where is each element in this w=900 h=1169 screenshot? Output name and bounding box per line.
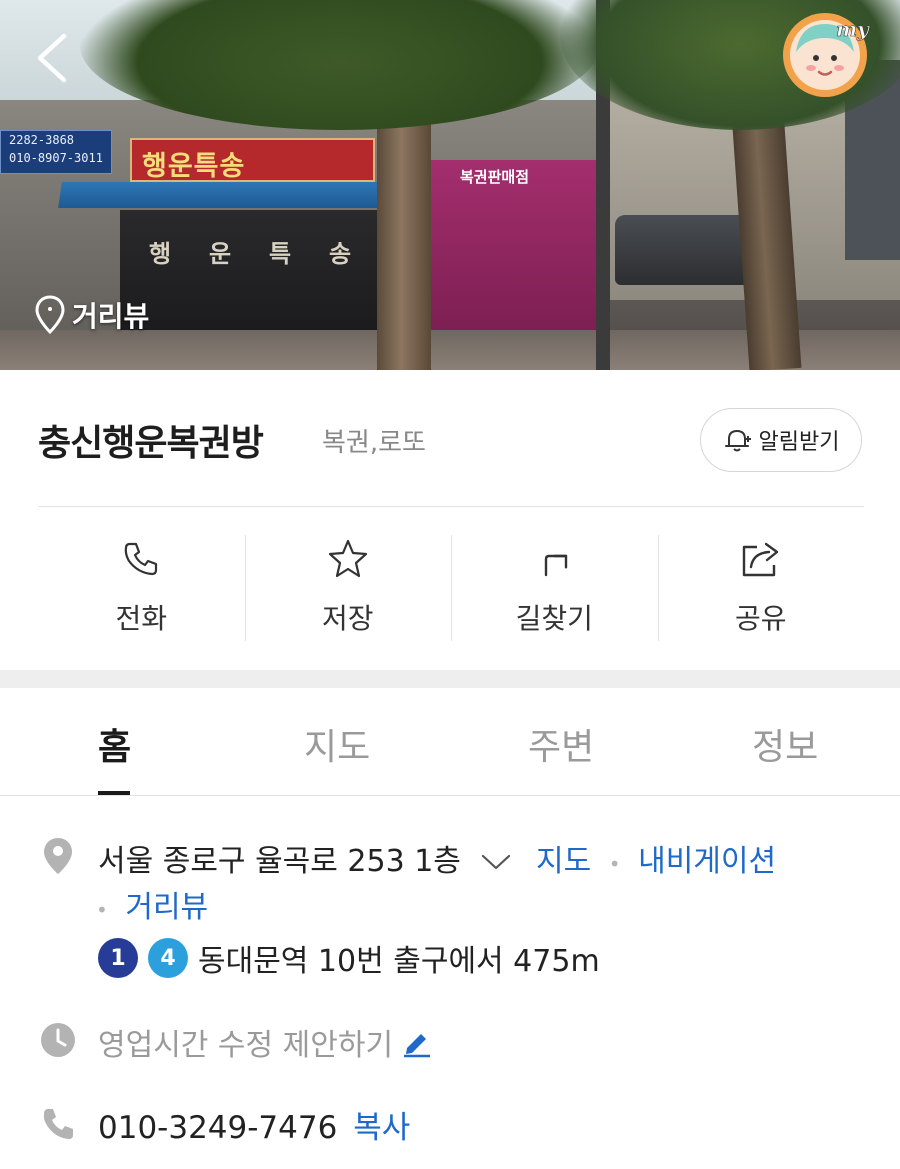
photo-phone-sign: 2282-3868 010-8907-3011 (0, 130, 112, 174)
share-label: 공유 (734, 602, 787, 635)
location-pin-icon (35, 295, 65, 335)
address-expand-button[interactable] (480, 845, 512, 880)
location-pin-icon (40, 836, 76, 876)
address-row: 서울 종로구 율곡로 253 1층 지도 • 내비게이션 (98, 836, 776, 880)
street-view-label: 거리뷰 (72, 300, 150, 333)
avatar-icon: my (783, 13, 870, 97)
share-button[interactable]: 공유 (657, 535, 865, 641)
hours-row[interactable]: 영업시간 수정 제안하기 (98, 1020, 433, 1064)
address-text: 서울 종로구 율곡로 253 1층 (98, 844, 461, 879)
storefront-letters: 행 운 특 송 (130, 234, 370, 274)
my-profile-button[interactable]: my (778, 8, 872, 102)
call-button[interactable]: 전화 (38, 535, 245, 641)
phone-number[interactable]: 010-3249-7476 (98, 1110, 337, 1146)
phone-icon (40, 1104, 76, 1144)
storefront-letter: 송 (328, 240, 352, 268)
address-row-2: • 거리뷰 (96, 882, 208, 926)
phone-icon (124, 542, 158, 576)
directions-icon (545, 554, 568, 577)
chevron-left-icon (37, 33, 67, 83)
copy-phone-button[interactable]: 복사 (353, 1110, 410, 1146)
share-icon (742, 542, 778, 577)
storefront-letter: 행 (148, 240, 172, 268)
photo-lottery-shop: 복권판매점 (430, 160, 600, 335)
back-button[interactable] (30, 30, 80, 86)
directions-button[interactable]: 길찾기 (451, 535, 658, 641)
place-category: 복권,로또 (322, 428, 426, 458)
divider (38, 506, 864, 507)
phone-sign-line2: 010-8907-3011 (9, 151, 103, 165)
tab-nearby[interactable]: 주변 (510, 688, 620, 796)
phone-sign-line1: 2282-3868 (9, 133, 75, 147)
save-label: 저장 (321, 602, 374, 635)
phone-row: 010-3249-7476 복사 (98, 1102, 410, 1147)
tab-info-label: 정보 (752, 727, 819, 768)
tab-active-indicator (98, 791, 130, 795)
streetview-link[interactable]: 거리뷰 (125, 890, 208, 925)
main-sign-text: 행운특송 (142, 151, 246, 182)
separator-dot: • (96, 898, 108, 922)
chevron-down-icon (482, 854, 511, 870)
notify-label: 알림받기 (758, 430, 840, 455)
place-name: 충신행운복권방 (38, 423, 264, 464)
tab-map-label: 지도 (304, 727, 371, 768)
photo-main-sign: 행운특송 (130, 138, 375, 182)
section-separator (0, 670, 900, 688)
save-button[interactable]: 저장 (244, 535, 452, 641)
tab-nearby-label: 주변 (528, 727, 595, 768)
street-photo[interactable]: 2282-3868 010-8907-3011 행운특송 행 운 특 송 복권판… (0, 0, 900, 370)
tab-home[interactable]: 홈 (62, 688, 166, 796)
navigation-link[interactable]: 내비게이션 (638, 844, 776, 879)
place-header: 충신행운복권방 복권,로또 알림받기 (38, 408, 864, 472)
avatar-label: my (836, 17, 870, 41)
pencil-icon (404, 1034, 431, 1058)
street-view-button[interactable]: 거리뷰 (34, 293, 149, 337)
tab-home-label: 홈 (98, 727, 132, 768)
subway-row: 1 4 동대문역 10번 출구에서 475m (98, 938, 600, 979)
bell-plus-icon (724, 429, 751, 452)
storefront-letter: 운 (208, 240, 232, 268)
hours-suggest-text: 영업시간 수정 제안하기 (98, 1028, 394, 1063)
separator-dot: • (608, 852, 621, 876)
tab-bar: 홈 지도 주변 정보 (0, 688, 900, 796)
map-link[interactable]: 지도 (536, 844, 591, 879)
tab-map[interactable]: 지도 (286, 688, 396, 796)
storefront-letter: 특 (268, 240, 292, 268)
star-icon (328, 539, 367, 578)
photo-awning (58, 182, 392, 208)
clock-icon (40, 1020, 76, 1060)
action-bar: 전화 저장 길찾기 공유 (38, 535, 864, 641)
call-label: 전화 (115, 602, 168, 635)
lottery-shop-sign: 복권판매점 (460, 168, 530, 186)
tab-info[interactable]: 정보 (734, 688, 844, 796)
subway-line-badge: 4 (148, 938, 188, 978)
subway-text: 동대문역 10번 출구에서 475m (198, 944, 600, 979)
subway-line-badge: 1 (98, 938, 138, 978)
directions-label: 길찾기 (515, 602, 593, 635)
notify-button[interactable]: 알림받기 (700, 408, 862, 472)
